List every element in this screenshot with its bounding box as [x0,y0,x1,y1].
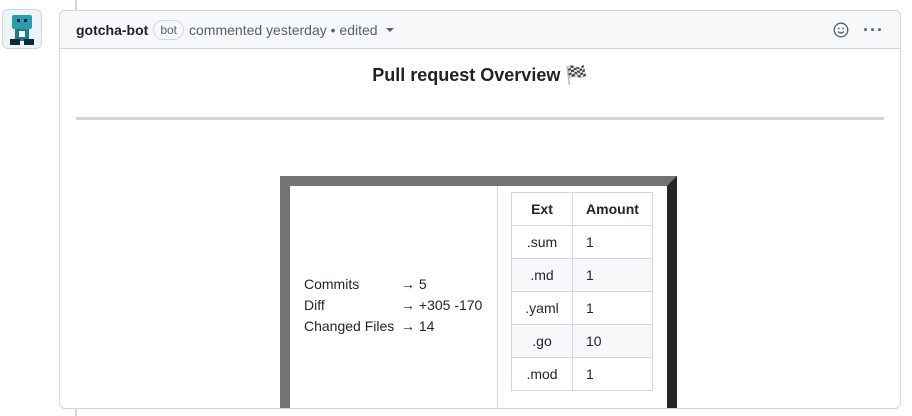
stats-list: Commits → 5 Diff → +305 -170 Changed Fil… [304,274,482,337]
bot-badge: bot [153,19,185,40]
stats-cell: Commits → 5 Diff → +305 -170 Changed Fil… [290,186,498,408]
page-title: Pull request Overview 🏁 [372,65,588,85]
comment-header: gotcha-bot bot commented yesterday • edi… [60,11,900,49]
stat-value: → +305 -170 [401,297,483,313]
table-row: .yaml 1 [511,291,653,325]
table-header-row: Ext Amount [511,192,653,226]
ext-value: .go [511,324,573,358]
table-row: .go 10 [511,324,653,358]
amount-value: 1 [572,225,653,259]
divider [76,117,884,120]
ext-value: .mod [511,357,573,391]
comment-box: gotcha-bot bot commented yesterday • edi… [59,10,901,409]
stat-row: Changed Files → 14 [304,316,482,337]
ext-value: .sum [511,225,573,259]
table-row: .sum 1 [511,225,653,259]
column-header-amount: Amount [572,192,653,226]
ext-value: .yaml [511,291,573,325]
stat-value: → 5 [401,276,427,292]
ext-value: .md [511,258,573,292]
ext-cell: Ext Amount .sum 1 .md 1 .yaml 1 .go 10 .… [498,186,667,408]
stat-name: Diff [304,297,325,313]
amount-value: 10 [572,324,653,358]
stat-value: → 14 [401,318,435,334]
avatar[interactable] [2,9,42,49]
smiley-icon[interactable] [833,22,849,38]
stat-name: Changed Files [304,318,395,334]
amount-value: 1 [572,357,653,391]
column-header-ext: Ext [511,192,573,226]
amount-value: 1 [572,258,653,292]
comment-meta[interactable]: commented yesterday • edited [189,22,378,38]
bot-avatar-icon [10,15,34,45]
comment-body: Pull request Overview 🏁 Commits → 5 Diff… [60,49,900,408]
stat-row: Commits → 5 [304,274,482,295]
caret-down-icon[interactable] [385,27,394,32]
kebab-icon[interactable]: ··· [863,21,884,39]
amount-value: 1 [572,291,653,325]
stat-row: Diff → +305 -170 [304,295,482,316]
table-row: .mod 1 [511,357,653,391]
author-link[interactable]: gotcha-bot [76,22,148,38]
ext-table: Ext Amount .sum 1 .md 1 .yaml 1 .go 10 .… [511,192,653,391]
table-row: .md 1 [511,258,653,292]
overview-table: Commits → 5 Diff → +305 -170 Changed Fil… [280,176,677,408]
stat-name: Commits [304,276,360,292]
